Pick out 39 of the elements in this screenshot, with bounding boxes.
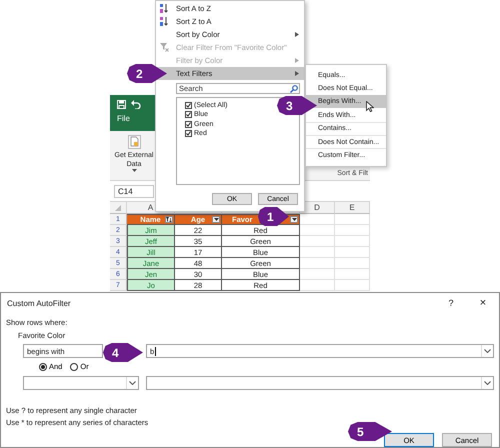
spreadsheet-cell[interactable] bbox=[335, 214, 370, 225]
sort-ascending-icon bbox=[160, 4, 169, 13]
dropdown-button[interactable] bbox=[212, 216, 220, 223]
mouse-pointer-icon bbox=[366, 100, 374, 112]
spreadsheet-cell[interactable] bbox=[335, 269, 370, 280]
document-icon[interactable] bbox=[128, 135, 140, 149]
select-all-icon[interactable] bbox=[115, 204, 121, 210]
dialog-title: Custom AutoFilter bbox=[7, 298, 72, 308]
submenu-arrow-icon bbox=[295, 71, 299, 76]
caret-icon[interactable] bbox=[132, 169, 136, 172]
spreadsheet-cell[interactable] bbox=[300, 247, 335, 258]
search-icon bbox=[290, 84, 298, 92]
sort-descending-icon bbox=[160, 17, 169, 26]
save-icon[interactable] bbox=[117, 100, 126, 109]
checkbox[interactable] bbox=[185, 102, 192, 109]
name-box[interactable]: C14 bbox=[114, 184, 154, 198]
spreadsheet-cell[interactable] bbox=[335, 247, 370, 258]
spreadsheet-cell[interactable] bbox=[335, 280, 370, 291]
undo-icon[interactable] bbox=[131, 100, 141, 109]
spreadsheet-cell[interactable] bbox=[335, 225, 370, 236]
clear-filter-icon bbox=[160, 43, 169, 52]
checkbox[interactable] bbox=[185, 130, 192, 138]
close-button[interactable]: × bbox=[477, 297, 489, 309]
spreadsheet-cell[interactable] bbox=[300, 280, 335, 291]
spreadsheet-cell[interactable] bbox=[300, 214, 335, 225]
spreadsheet-cell[interactable] bbox=[300, 269, 335, 280]
spreadsheet-cell[interactable] bbox=[300, 236, 335, 247]
spreadsheet-cell[interactable] bbox=[300, 225, 335, 236]
checkbox[interactable] bbox=[185, 120, 192, 128]
column-header[interactable]: E bbox=[335, 202, 370, 214]
checkbox[interactable] bbox=[185, 111, 192, 118]
filter-button[interactable] bbox=[165, 216, 173, 223]
submenu-arrow-icon bbox=[295, 58, 299, 63]
submenu-arrow-icon bbox=[295, 32, 299, 37]
dropdown-button[interactable] bbox=[290, 216, 298, 223]
spreadsheet-cell[interactable] bbox=[335, 236, 370, 247]
spreadsheet-cell[interactable] bbox=[300, 258, 335, 269]
spreadsheet-cell[interactable] bbox=[335, 258, 370, 269]
help-button[interactable]: ? bbox=[445, 298, 457, 308]
